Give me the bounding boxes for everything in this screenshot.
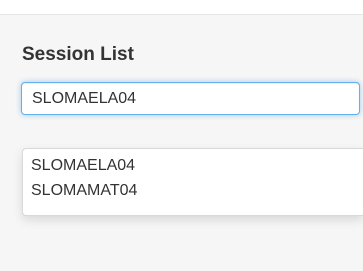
suggestion-item-slomaela04[interactable]: SLOMAELA04 (23, 153, 363, 178)
session-suggestions-dropdown: SLOMAELA04 SLOMAMAT04 (22, 148, 363, 216)
session-search-input[interactable] (21, 82, 360, 115)
session-list-title: Session List (22, 44, 134, 65)
session-list-panel: Session List SLOMAELA04 SLOMAMAT04 (0, 14, 363, 271)
suggestion-item-slomamat04[interactable]: SLOMAMAT04 (23, 178, 363, 203)
